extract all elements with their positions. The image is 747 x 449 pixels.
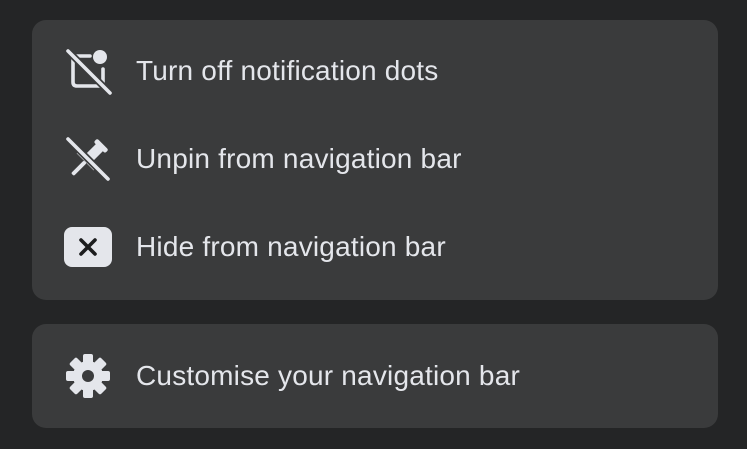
unpin-icon: [64, 135, 112, 183]
customise-navigation-bar-item[interactable]: Customise your navigation bar: [32, 332, 718, 420]
hide-from-navigation-bar-label: Hide from navigation bar: [136, 231, 446, 262]
unpin-from-navigation-bar-item[interactable]: Unpin from navigation bar: [32, 115, 718, 203]
customise-card: Customise your navigation bar: [32, 324, 718, 428]
unpin-from-navigation-bar-label: Unpin from navigation bar: [136, 143, 462, 174]
navigation-options-card: Turn off notification dots Unpin from na…: [32, 20, 718, 300]
close-box-icon: [64, 223, 112, 271]
notification-dots-off-icon: [64, 47, 112, 95]
gear-icon: [64, 352, 112, 400]
hide-from-navigation-bar-item[interactable]: Hide from navigation bar: [32, 203, 718, 291]
turn-off-notification-dots-label: Turn off notification dots: [136, 55, 439, 86]
turn-off-notification-dots-item[interactable]: Turn off notification dots: [32, 27, 718, 115]
customise-navigation-bar-label: Customise your navigation bar: [136, 360, 520, 391]
